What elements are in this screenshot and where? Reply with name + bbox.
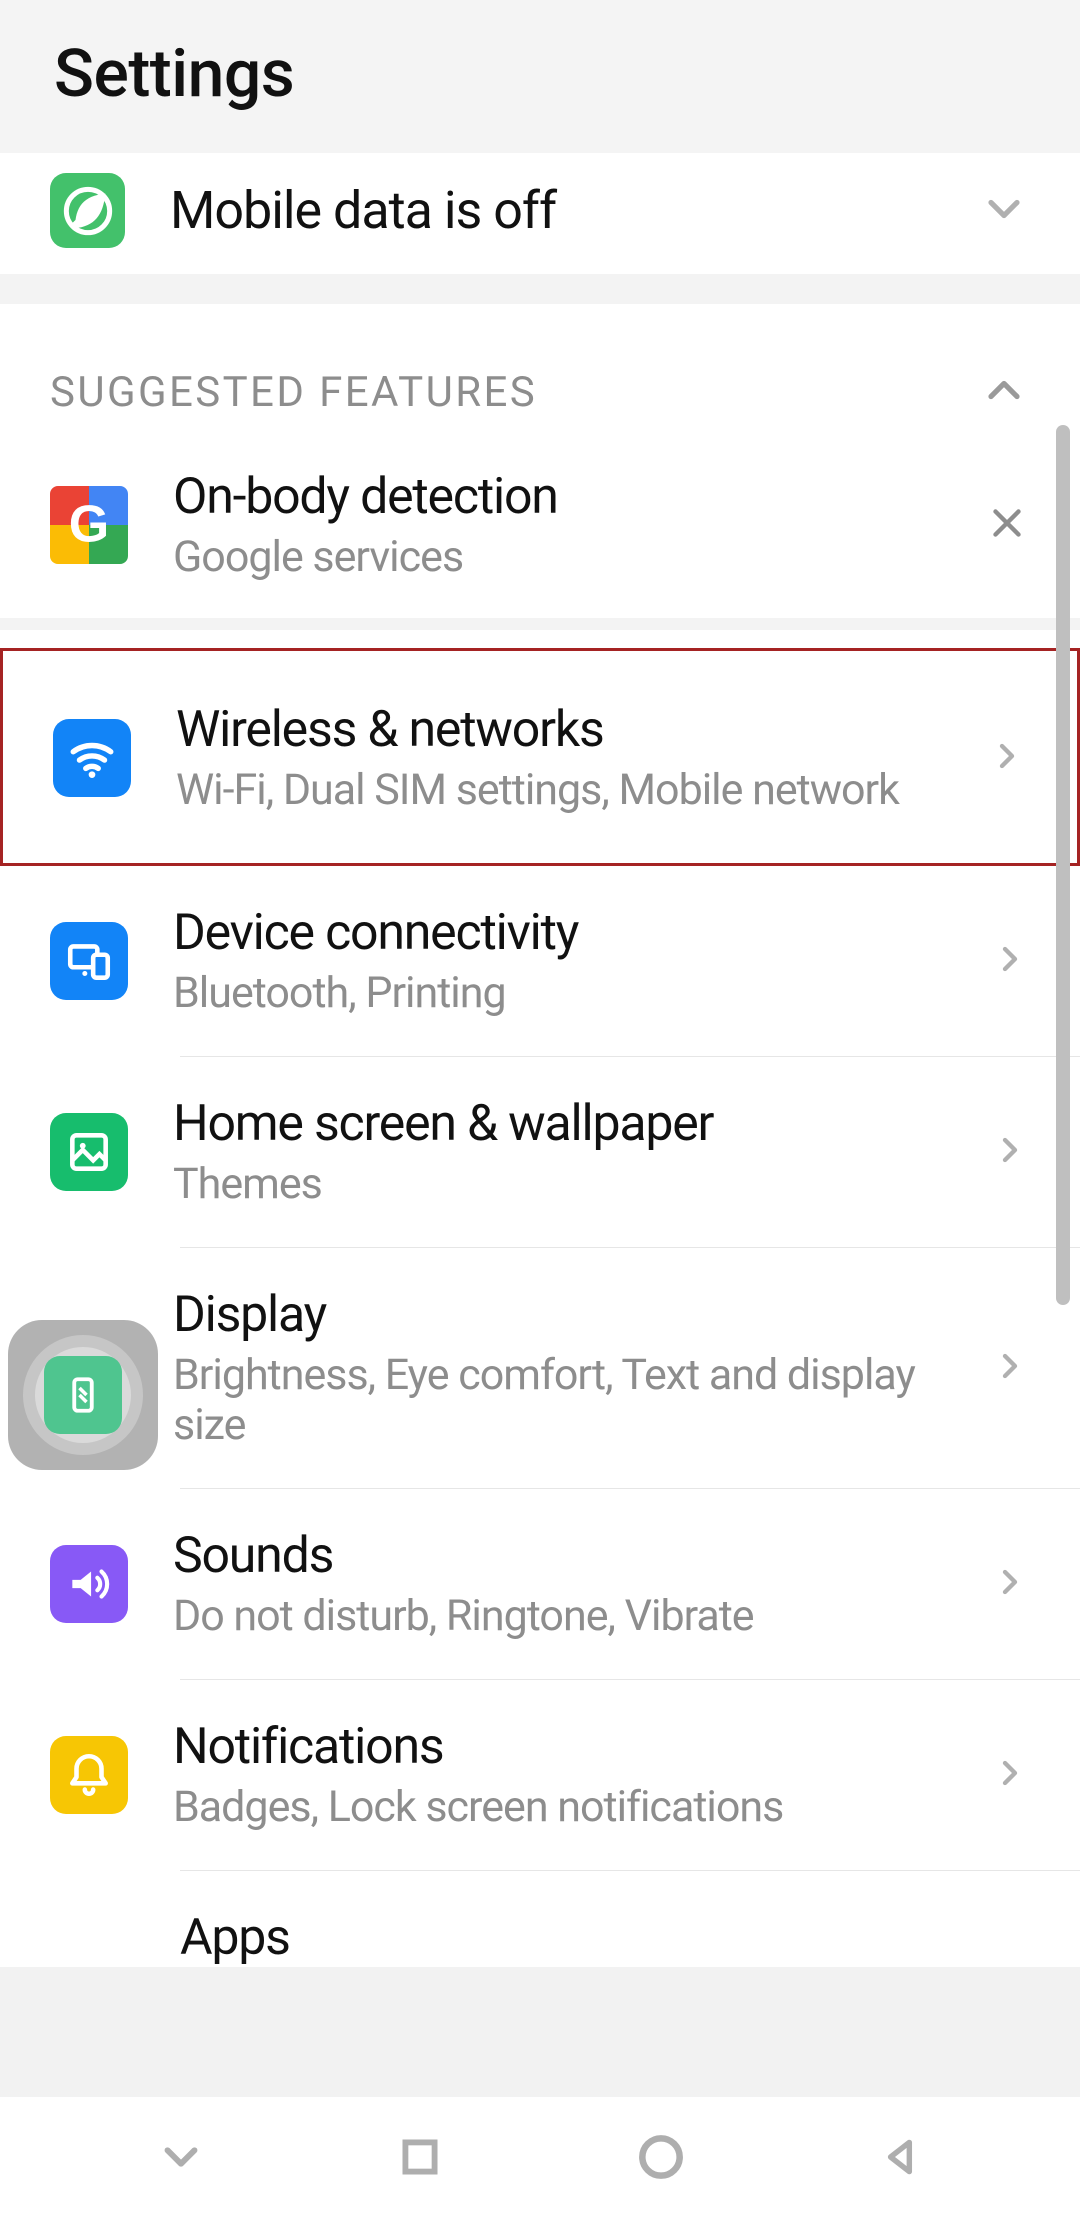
chevron-right-icon <box>990 939 1030 983</box>
suggested-item-title: On-body detection <box>173 468 939 526</box>
leaf-off-icon <box>50 173 125 248</box>
bell-icon <box>50 1736 128 1814</box>
item-apps-partial[interactable]: Apps <box>0 1871 1080 1967</box>
item-display[interactable]: Display Brightness, Eye comfort, Text an… <box>0 1248 1080 1488</box>
back-icon[interactable] <box>876 2132 926 2182</box>
page-title: Settings <box>54 36 1026 113</box>
divider <box>0 618 1080 630</box>
mobile-data-text: Mobile data is off <box>170 180 933 241</box>
suggested-title: SUGGESTED FEATURES <box>50 368 962 417</box>
devices-icon <box>50 922 128 1000</box>
wifi-icon <box>53 719 131 797</box>
item-device-connectivity[interactable]: Device connectivity Bluetooth, Printing <box>0 866 1080 1056</box>
spacer <box>0 630 1080 648</box>
chevron-down-icon[interactable] <box>978 183 1030 239</box>
item-notifications[interactable]: Notifications Badges, Lock screen notifi… <box>0 1680 1080 1870</box>
wallpaper-icon <box>50 1113 128 1191</box>
item-subtitle: Bluetooth, Printing <box>173 968 945 1018</box>
item-subtitle: Brightness, Eye comfort, Text and displa… <box>173 1350 945 1450</box>
system-navbar <box>0 2097 1080 2217</box>
close-icon[interactable] <box>984 500 1030 550</box>
settings-list: Wireless & networks Wi-Fi, Dual SIM sett… <box>0 648 1080 1967</box>
chevron-right-icon <box>987 736 1027 780</box>
suggested-item-onbody[interactable]: G On-body detection Google services <box>0 436 1080 618</box>
chevron-right-icon <box>990 1753 1030 1797</box>
display-icon <box>44 1356 122 1434</box>
chevron-right-icon <box>990 1130 1030 1174</box>
keyboard-down-icon[interactable] <box>154 2130 208 2184</box>
chevron-right-icon <box>990 1562 1030 1606</box>
settings-header: Settings <box>0 0 1080 153</box>
google-icon: G <box>50 486 128 564</box>
item-title: Display <box>173 1286 945 1344</box>
svg-text:G: G <box>69 495 109 553</box>
recent-apps-icon[interactable] <box>395 2132 445 2182</box>
scrollbar[interactable] <box>1056 425 1070 1305</box>
suggested-section: SUGGESTED FEATURES G On-body detection G… <box>0 304 1080 618</box>
item-sounds[interactable]: Sounds Do not disturb, Ringtone, Vibrate <box>0 1489 1080 1679</box>
item-subtitle: Badges, Lock screen notifications <box>173 1782 945 1832</box>
mobile-data-banner[interactable]: Mobile data is off <box>0 153 1080 274</box>
suggested-header[interactable]: SUGGESTED FEATURES <box>0 304 1080 436</box>
item-subtitle: Themes <box>173 1159 945 1209</box>
sound-icon <box>50 1545 128 1623</box>
item-subtitle: Wi-Fi, Dual SIM settings, Mobile network <box>176 765 942 815</box>
chevron-right-icon <box>990 1346 1030 1390</box>
item-wireless-networks[interactable]: Wireless & networks Wi-Fi, Dual SIM sett… <box>0 648 1080 866</box>
item-title: Device connectivity <box>173 904 945 962</box>
suggested-item-subtitle: Google services <box>173 532 939 582</box>
item-title: Sounds <box>173 1527 945 1585</box>
item-title: Home screen & wallpaper <box>173 1095 945 1153</box>
item-title: Notifications <box>173 1718 945 1776</box>
divider <box>0 274 1080 304</box>
home-icon[interactable] <box>633 2129 689 2185</box>
item-home-wallpaper[interactable]: Home screen & wallpaper Themes <box>0 1057 1080 1247</box>
item-title: Wireless & networks <box>176 701 942 759</box>
assistive-touch-button[interactable] <box>8 1320 158 1470</box>
chevron-up-icon[interactable] <box>978 364 1030 420</box>
item-subtitle: Do not disturb, Ringtone, Vibrate <box>173 1591 945 1641</box>
